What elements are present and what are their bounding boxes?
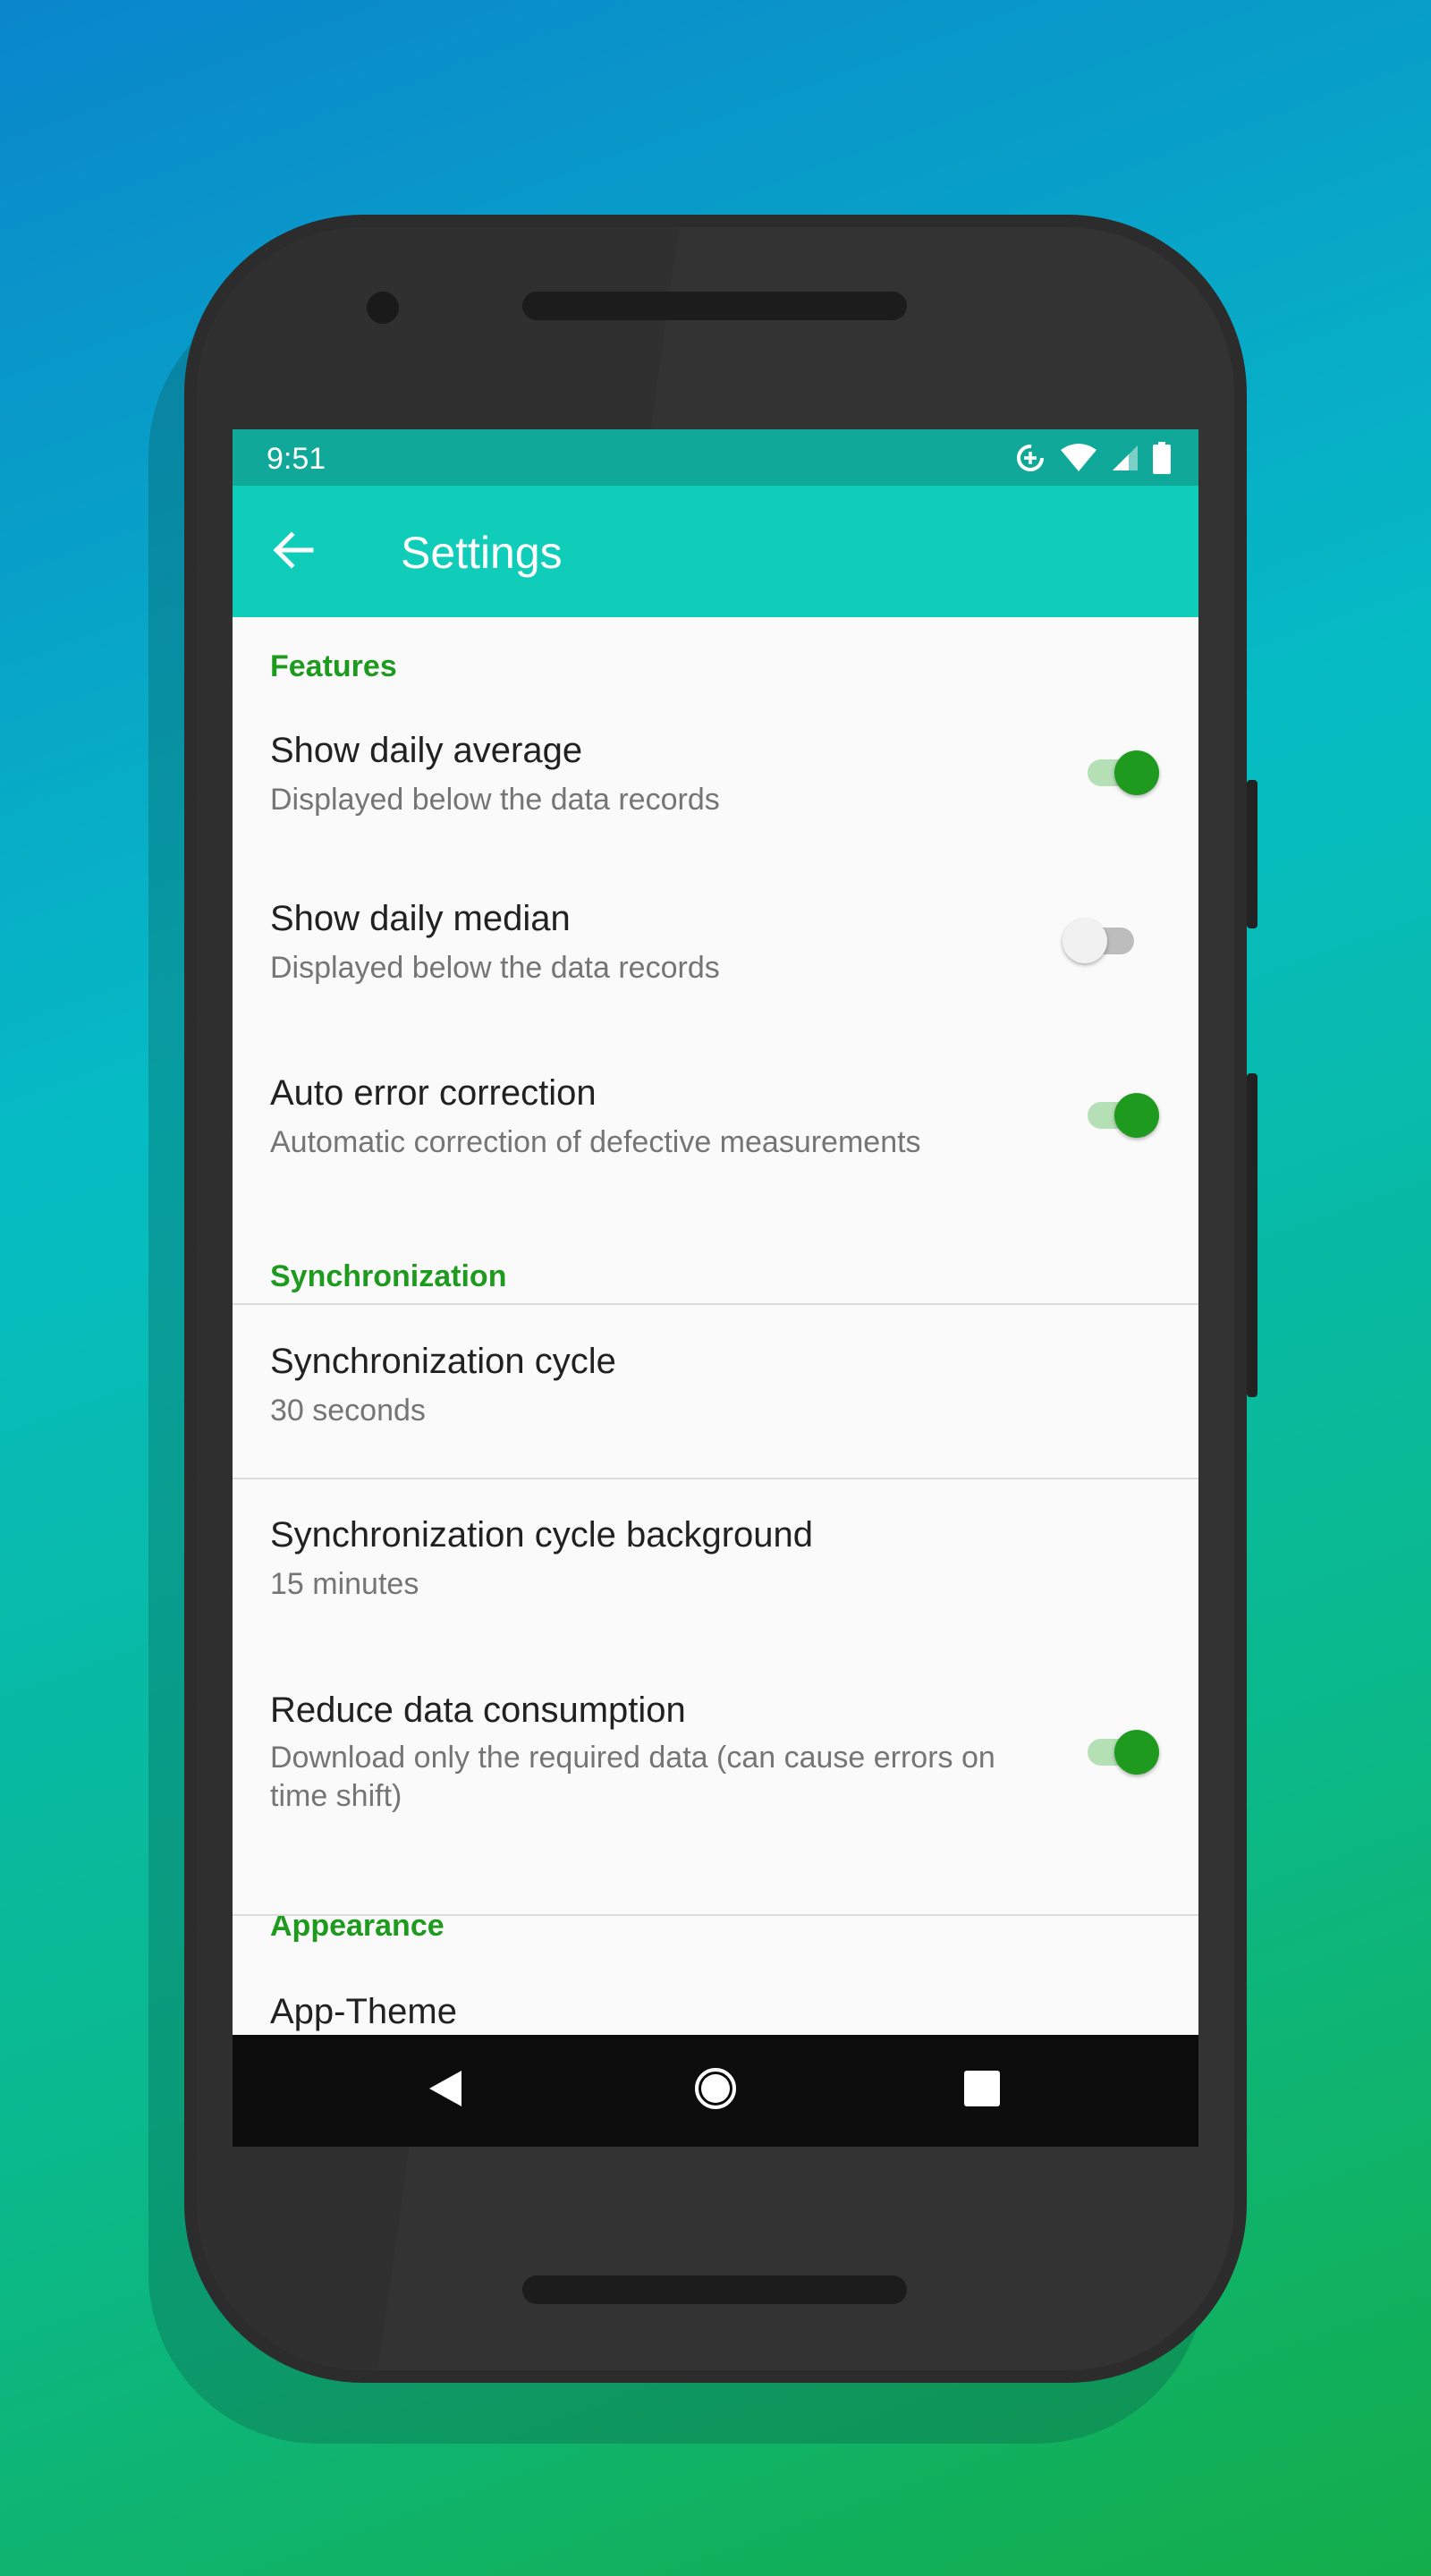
nav-back-button[interactable]	[410, 2055, 481, 2126]
navigation-bar	[233, 2035, 1198, 2147]
arrow-back-icon	[268, 525, 318, 580]
pref-auto-error-correction[interactable]: Auto error correction Automatic correcti…	[233, 1032, 1198, 1207]
reduce-data-consumption-switch[interactable]	[1084, 1726, 1164, 1776]
pref-title: Show daily average	[270, 731, 583, 770]
back-triangle-icon	[426, 2067, 465, 2114]
screen: 9:51 Settings Features Show daily averag…	[233, 429, 1198, 2147]
status-icons	[1014, 440, 1172, 476]
switch-thumb	[1063, 919, 1107, 963]
pref-title: App-Theme	[270, 1992, 457, 2031]
app-bar: Settings	[233, 486, 1198, 617]
pref-summary: Download only the required data (can cau…	[270, 1741, 995, 1813]
switch-thumb	[1114, 750, 1159, 795]
page-title: Settings	[401, 528, 563, 578]
pref-title: Synchronization cycle	[270, 1342, 616, 1381]
data-saver-icon	[1014, 442, 1046, 474]
pref-synchronization-cycle-background[interactable]: Synchronization cycle background 15 minu…	[233, 1478, 1198, 1651]
home-circle-icon	[693, 2066, 738, 2115]
divider	[233, 1478, 1198, 1479]
nav-home-button[interactable]	[680, 2055, 751, 2126]
pref-synchronization-cycle[interactable]: Synchronization cycle 30 seconds	[233, 1306, 1198, 1476]
settings-list: Features Show daily average Displayed be…	[233, 617, 1198, 2035]
pref-summary: Displayed below the data records	[270, 951, 720, 985]
pref-summary: Displayed below the data records	[270, 783, 720, 817]
nav-recents-button[interactable]	[946, 2055, 1018, 2126]
pref-title: Reduce data consumption	[270, 1690, 686, 1730]
pref-reduce-data-consumption[interactable]: Reduce data consumption Download only th…	[233, 1653, 1198, 1855]
pref-title: Synchronization cycle background	[270, 1515, 814, 1555]
top-speaker	[522, 292, 907, 320]
power-button	[1247, 780, 1257, 928]
wifi-icon	[1059, 443, 1098, 473]
pref-summary: 15 minutes	[270, 1567, 419, 1601]
auto-error-correction-switch[interactable]	[1084, 1089, 1164, 1140]
front-camera	[367, 292, 399, 324]
pref-app-theme[interactable]: App-Theme	[233, 1954, 1198, 2035]
section-header-synchronization: Synchronization	[270, 1259, 507, 1293]
pref-title: Auto error correction	[270, 1073, 597, 1113]
divider	[233, 1303, 1198, 1305]
status-bar: 9:51	[233, 429, 1198, 486]
back-button[interactable]	[259, 518, 327, 586]
pref-summary: 30 seconds	[270, 1394, 426, 1428]
section-header-features: Features	[270, 649, 397, 683]
divider	[233, 1914, 1198, 1916]
switch-thumb	[1114, 1730, 1159, 1775]
bottom-speaker	[522, 2275, 907, 2304]
show-daily-median-switch[interactable]	[1063, 915, 1147, 965]
pref-show-daily-average[interactable]: Show daily average Displayed below the d…	[233, 693, 1198, 854]
battery-icon	[1152, 442, 1172, 474]
recents-square-icon	[963, 2070, 1001, 2112]
signal-icon	[1111, 444, 1139, 472]
pref-summary: Automatic correction of defective measur…	[270, 1125, 921, 1159]
switch-thumb	[1114, 1093, 1159, 1138]
volume-button	[1247, 1073, 1257, 1397]
pref-show-daily-median[interactable]: Show daily median Displayed below the da…	[233, 858, 1198, 1032]
show-daily-average-switch[interactable]	[1084, 747, 1164, 797]
pref-title: Show daily median	[270, 899, 571, 938]
status-time: 9:51	[267, 442, 326, 476]
